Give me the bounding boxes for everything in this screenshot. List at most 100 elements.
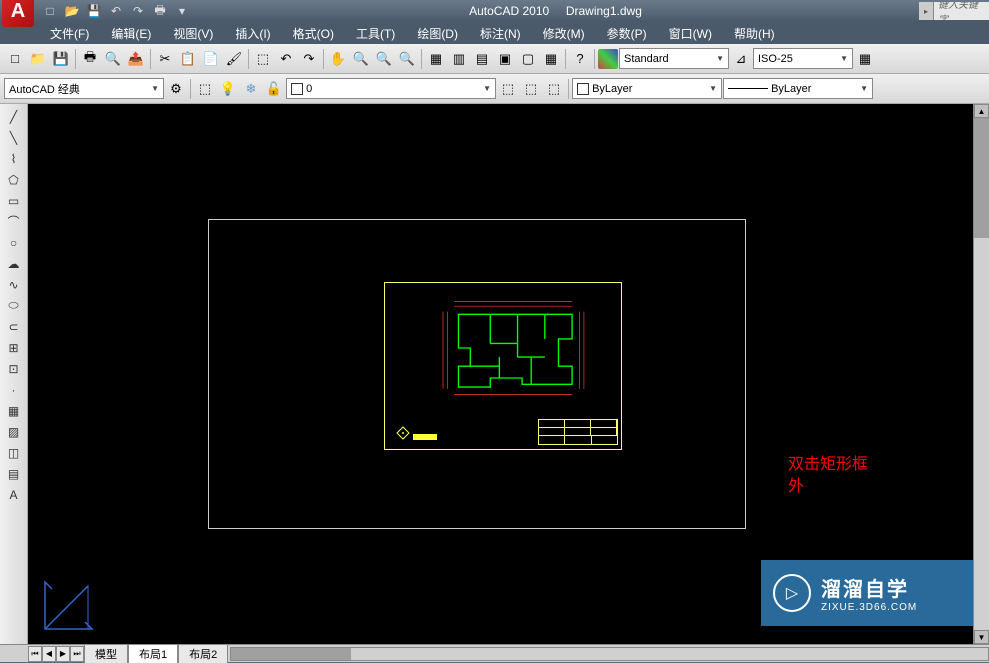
text-style-value: Standard: [624, 53, 669, 65]
print-icon[interactable]: 🖶: [79, 48, 101, 70]
layer-iso-icon[interactable]: ⬚: [497, 78, 519, 100]
copy-icon[interactable]: 📋: [177, 48, 199, 70]
hatch-icon[interactable]: ▦: [2, 400, 26, 421]
paste-icon[interactable]: 📄: [200, 48, 222, 70]
point-icon[interactable]: ·: [2, 379, 26, 400]
preview-icon[interactable]: 🔍: [102, 48, 124, 70]
circle-icon[interactable]: ○: [2, 232, 26, 253]
xline-icon[interactable]: ╲: [2, 127, 26, 148]
qat-new[interactable]: □: [40, 2, 60, 20]
drawing-canvas[interactable]: 双击矩形框 外 ▷ 溜溜自学 ZIXUE.3D66.COM: [28, 104, 989, 644]
tp-icon[interactable]: ▤: [471, 48, 493, 70]
tab-layout2[interactable]: 布局2: [178, 644, 228, 663]
tab-first-icon[interactable]: ⏮: [28, 646, 42, 662]
text-style-combo[interactable]: Standard ▼: [619, 48, 729, 69]
arc-icon[interactable]: ⌒: [2, 211, 26, 232]
props-icon[interactable]: ▦: [425, 48, 447, 70]
qat-save[interactable]: 💾: [84, 2, 104, 20]
layer-combo[interactable]: 0 ▼: [286, 78, 496, 99]
open-icon[interactable]: 📁: [27, 48, 49, 70]
search-caret[interactable]: ▸: [919, 2, 933, 20]
app-logo[interactable]: A: [2, 0, 34, 27]
rectangle-icon[interactable]: ▭: [2, 190, 26, 211]
cut-icon[interactable]: ✂: [154, 48, 176, 70]
scroll-down-icon[interactable]: ▼: [974, 630, 989, 644]
save-icon[interactable]: 💾: [50, 48, 72, 70]
polygon-icon[interactable]: ⬠: [2, 169, 26, 190]
ellipse-arc-icon[interactable]: ⊂: [2, 316, 26, 337]
match-icon[interactable]: 🖌: [223, 48, 245, 70]
layer-color-swatch: [291, 83, 303, 95]
linetype-combo[interactable]: ByLayer ▼: [723, 78, 873, 99]
separator: [594, 49, 595, 69]
spline-icon[interactable]: ∿: [2, 274, 26, 295]
qc-icon[interactable]: ▦: [540, 48, 562, 70]
undo-icon[interactable]: ↶: [275, 48, 297, 70]
tab-prev-icon[interactable]: ◀: [42, 646, 56, 662]
lock-icon[interactable]: 🔓: [263, 78, 285, 100]
menu-edit[interactable]: 编辑(E): [101, 22, 161, 45]
pline-icon[interactable]: ⌇: [2, 148, 26, 169]
dim-icon[interactable]: ⊿: [730, 48, 752, 70]
horizontal-scrollbar[interactable]: [230, 647, 989, 661]
menu-draw[interactable]: 绘图(D): [407, 22, 468, 45]
workspace-combo[interactable]: AutoCAD 经典 ▼: [4, 78, 164, 99]
freeze-icon[interactable]: ❄: [240, 78, 262, 100]
qat-print[interactable]: 🖶: [150, 2, 170, 20]
tab-next-icon[interactable]: ▶: [56, 646, 70, 662]
block-icon[interactable]: ⬚: [252, 48, 274, 70]
vertical-scrollbar[interactable]: ▲ ▼: [973, 104, 989, 644]
line-icon[interactable]: ╱: [2, 106, 26, 127]
scroll-thumb[interactable]: [974, 118, 989, 238]
layer-state-icon[interactable]: 💡: [217, 78, 239, 100]
qat-redo[interactable]: ↷: [128, 2, 148, 20]
menu-dimension[interactable]: 标注(N): [470, 22, 531, 45]
dim-style-combo[interactable]: ISO-25 ▼: [753, 48, 853, 69]
mtext-icon[interactable]: A: [2, 484, 26, 505]
menu-insert[interactable]: 插入(I): [225, 22, 280, 45]
scroll-up-icon[interactable]: ▲: [974, 104, 989, 118]
markup-icon[interactable]: ▢: [517, 48, 539, 70]
tab-last-icon[interactable]: ⏭: [70, 646, 84, 662]
zoom-win-icon[interactable]: 🔍: [373, 48, 395, 70]
ellipse-icon[interactable]: ⬭: [2, 295, 26, 316]
menu-format[interactable]: 格式(O): [283, 22, 344, 45]
layer-match-icon[interactable]: ⬚: [520, 78, 542, 100]
insert-block-icon[interactable]: ⊞: [2, 337, 26, 358]
menu-window[interactable]: 窗口(W): [659, 22, 722, 45]
help-icon[interactable]: ?: [569, 48, 591, 70]
tab-model[interactable]: 模型: [84, 644, 128, 663]
redo-icon[interactable]: ↷: [298, 48, 320, 70]
gear-icon[interactable]: ⚙: [165, 78, 187, 100]
brush-tool[interactable]: [598, 49, 618, 69]
qat-open[interactable]: 📂: [62, 2, 82, 20]
zoom-rt-icon[interactable]: 🔍: [350, 48, 372, 70]
publish-icon[interactable]: 📤: [125, 48, 147, 70]
zoom-prev-icon[interactable]: 🔍: [396, 48, 418, 70]
tab-layout1[interactable]: 布局1: [128, 644, 178, 663]
color-combo[interactable]: ByLayer ▼: [572, 78, 722, 99]
qat-undo[interactable]: ↶: [106, 2, 126, 20]
tab-nav: ⏮ ◀ ▶ ⏭: [28, 646, 84, 662]
ssm-icon[interactable]: ▣: [494, 48, 516, 70]
region-icon[interactable]: ◫: [2, 442, 26, 463]
layer-prev-icon[interactable]: ⬚: [543, 78, 565, 100]
dc-icon[interactable]: ▥: [448, 48, 470, 70]
revcloud-icon[interactable]: ☁: [2, 253, 26, 274]
new-icon[interactable]: □: [4, 48, 26, 70]
scroll-thumb[interactable]: [231, 648, 351, 660]
pan-icon[interactable]: ✋: [327, 48, 349, 70]
keyword-search[interactable]: 键入关键字: [933, 2, 989, 20]
qat-dropdown[interactable]: ▾: [172, 2, 192, 20]
table-icon[interactable]: ▤: [2, 463, 26, 484]
gradient-icon[interactable]: ▨: [2, 421, 26, 442]
menu-file[interactable]: 文件(F): [40, 22, 99, 45]
menu-help[interactable]: 帮助(H): [724, 22, 785, 45]
menu-modify[interactable]: 修改(M): [533, 22, 595, 45]
menu-view[interactable]: 视图(V): [163, 22, 223, 45]
menu-tools[interactable]: 工具(T): [346, 22, 405, 45]
menu-param[interactable]: 参数(P): [597, 22, 657, 45]
table-style-icon[interactable]: ▦: [854, 48, 876, 70]
layer-props-icon[interactable]: ⬚: [194, 78, 216, 100]
make-block-icon[interactable]: ⊡: [2, 358, 26, 379]
